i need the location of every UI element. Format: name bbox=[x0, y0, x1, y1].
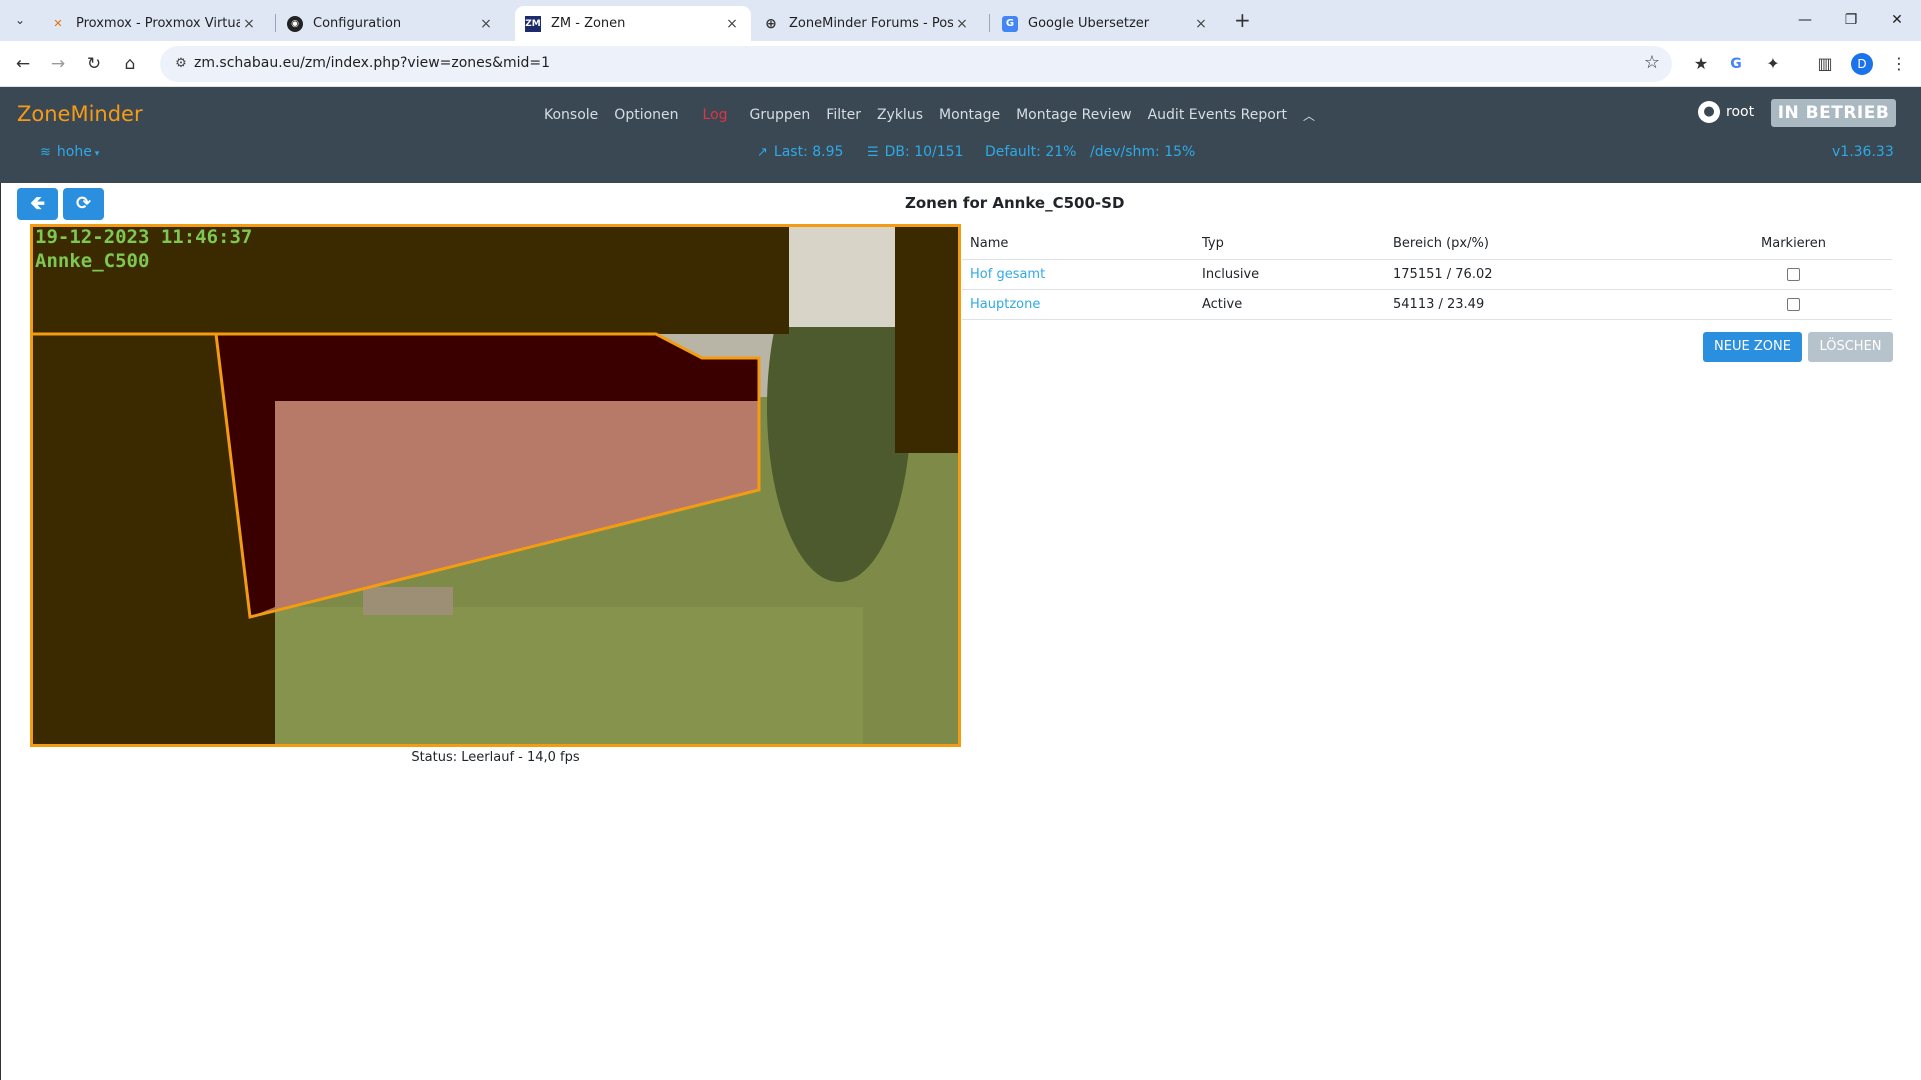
nav-konsole[interactable]: Konsole bbox=[544, 107, 598, 124]
table-row: Hauptzone Active 54113 / 23.49 bbox=[962, 289, 1892, 320]
nav-log[interactable]: Log bbox=[703, 107, 728, 124]
zone-overlay[interactable]: 19-12-2023 11:46:37 Annke_C500 bbox=[33, 227, 958, 744]
zone-area: 54113 / 23.49 bbox=[1385, 289, 1695, 320]
browser-menu-icon[interactable]: ⋮ bbox=[1886, 51, 1912, 77]
mark-checkbox[interactable] bbox=[1787, 267, 1800, 281]
proxmox-icon: ✕ bbox=[53, 17, 63, 30]
nav-audit-events-report[interactable]: Audit Events Report bbox=[1148, 107, 1287, 124]
tab-zoneminder-forums[interactable]: ⊕ ZoneMinder Forums - Post a ne × bbox=[753, 6, 981, 41]
zm-brand[interactable]: ZoneMinder bbox=[17, 102, 143, 126]
new-tab-button[interactable]: + bbox=[1234, 8, 1251, 32]
close-icon[interactable]: × bbox=[953, 16, 971, 32]
col-mark: Markieren bbox=[1695, 229, 1892, 260]
nav-gruppen[interactable]: Gruppen bbox=[750, 107, 811, 124]
zone-link-hof-gesamt[interactable]: Hof gesamt bbox=[970, 267, 1045, 282]
close-icon[interactable]: × bbox=[723, 16, 741, 32]
database-icon: ☰ bbox=[867, 145, 879, 160]
page-title: Zonen for Annke_C500-SD bbox=[905, 194, 1125, 212]
bookmarks-star-icon[interactable]: ★ bbox=[1688, 51, 1714, 77]
page-edge bbox=[0, 183, 1, 1080]
refresh-button[interactable]: ⟳ bbox=[63, 188, 104, 220]
network-status[interactable]: ≋ hohe ▾ bbox=[40, 144, 99, 160]
shm-status: /dev/shm: 15% bbox=[1090, 144, 1196, 160]
cover-plate bbox=[363, 587, 453, 615]
tab-search-button[interactable]: ⌄ bbox=[8, 9, 32, 31]
side-panel-icon[interactable]: ▥ bbox=[1812, 51, 1838, 77]
collapse-nav-icon[interactable]: ︿ bbox=[1303, 107, 1315, 124]
google-translate-icon: G bbox=[1002, 15, 1018, 32]
extensions-icon[interactable]: ✦ bbox=[1760, 51, 1786, 77]
disk-status: Default: 21% bbox=[985, 144, 1077, 160]
camera-status: Status: Leerlauf - 14,0 fps bbox=[411, 750, 580, 765]
forward-button[interactable]: → bbox=[45, 51, 71, 77]
configuration-icon: ◉ bbox=[287, 15, 303, 32]
db-status: ☰ DB: 10/151 bbox=[867, 144, 964, 160]
zone-link-hauptzone[interactable]: Hauptzone bbox=[970, 297, 1040, 312]
close-window-button[interactable]: ✕ bbox=[1874, 6, 1920, 34]
load-status: ↗ Last: 8.95 bbox=[757, 144, 844, 160]
tab-proxmox[interactable]: ✕ Proxmox - Proxmox Virtual Env × bbox=[40, 6, 268, 41]
reload-button[interactable]: ↻ bbox=[81, 51, 107, 77]
nav-montage-review[interactable]: Montage Review bbox=[1016, 107, 1132, 124]
grass bbox=[263, 607, 863, 744]
run-state-button[interactable]: IN BETRIEB bbox=[1771, 99, 1896, 127]
bookmark-star-icon[interactable]: ☆ bbox=[1644, 52, 1660, 73]
new-zone-button[interactable]: NEUE ZONE bbox=[1703, 332, 1802, 362]
nav-montage[interactable]: Montage bbox=[939, 107, 1000, 124]
profile-avatar[interactable]: D bbox=[1851, 53, 1873, 75]
back-arrow-button[interactable]: 🡸 bbox=[17, 188, 58, 220]
site-info-icon[interactable]: ⚙ bbox=[172, 55, 190, 73]
zone-type: Active bbox=[1194, 289, 1385, 320]
tab-zm-zonen[interactable]: ZM ZM - Zonen × bbox=[515, 6, 751, 41]
address-bar[interactable]: ⚙ zm.schabau.eu/zm/index.php?view=zones&… bbox=[160, 46, 1672, 82]
col-type: Typ bbox=[1194, 229, 1385, 260]
col-name: Name bbox=[962, 229, 1194, 260]
back-button[interactable]: ← bbox=[10, 51, 36, 77]
tab-separator bbox=[989, 14, 990, 32]
browser-toolbar: ← → ↻ ⌂ ⚙ zm.schabau.eu/zm/index.php?vie… bbox=[0, 41, 1921, 87]
translate-extension-icon[interactable]: G bbox=[1723, 51, 1749, 77]
table-header-row: Name Typ Bereich (px/%) Markieren bbox=[962, 229, 1892, 260]
mark-checkbox[interactable] bbox=[1787, 297, 1800, 311]
camera-name-overlay: Annke_C500 bbox=[35, 250, 149, 272]
browser-tab-bar: ⌄ ✕ Proxmox - Proxmox Virtual Env × ◉ Co… bbox=[0, 0, 1921, 41]
zoneminder-icon: ZM bbox=[525, 15, 541, 32]
restore-button[interactable]: ❐ bbox=[1828, 6, 1874, 34]
zone-type: Inclusive bbox=[1194, 259, 1385, 290]
tab-configuration[interactable]: ◉ Configuration × bbox=[277, 6, 505, 41]
nav-optionen[interactable]: Optionen bbox=[614, 107, 678, 124]
camera-timestamp: 19-12-2023 11:46:37 bbox=[35, 227, 252, 248]
zm-header: ZoneMinder Konsole Optionen Log Gruppen … bbox=[0, 87, 1921, 183]
tab-google-translate[interactable]: G Google Übersetzer × bbox=[992, 6, 1220, 41]
version-label[interactable]: v1.36.33 bbox=[1832, 144, 1894, 160]
col-area: Bereich (px/%) bbox=[1385, 229, 1695, 260]
camera-zone-view[interactable]: 19-12-2023 11:46:37 Annke_C500 bbox=[30, 224, 961, 747]
delete-button[interactable]: LÖSCHEN bbox=[1808, 332, 1893, 362]
globe-icon: ⊕ bbox=[765, 15, 777, 32]
user-menu[interactable]: ● root bbox=[1698, 101, 1754, 123]
nav-filter[interactable]: Filter bbox=[826, 107, 861, 124]
tab-separator bbox=[275, 14, 276, 32]
close-icon[interactable]: × bbox=[1192, 16, 1210, 32]
minimize-button[interactable]: — bbox=[1782, 6, 1828, 34]
main-nav: Konsole Optionen Log Gruppen Filter Zykl… bbox=[544, 107, 1331, 124]
table-row: Hof gesamt Inclusive 175151 / 76.02 bbox=[962, 259, 1892, 290]
wifi-icon: ≋ bbox=[40, 145, 51, 160]
zone-hof-gesamt-area bbox=[895, 227, 958, 453]
close-icon[interactable]: × bbox=[240, 16, 258, 32]
zones-table: Name Typ Bereich (px/%) Markieren Hof ge… bbox=[962, 229, 1892, 320]
url-text[interactable]: zm.schabau.eu/zm/index.php?view=zones&mi… bbox=[194, 55, 550, 71]
user-icon: ● bbox=[1698, 101, 1720, 123]
trending-up-icon: ↗ bbox=[757, 145, 768, 160]
close-icon[interactable]: × bbox=[477, 16, 495, 32]
nav-zyklus[interactable]: Zyklus bbox=[877, 107, 923, 124]
home-button[interactable]: ⌂ bbox=[117, 51, 143, 77]
zone-area: 175151 / 76.02 bbox=[1385, 259, 1695, 290]
user-name: root bbox=[1726, 104, 1755, 120]
